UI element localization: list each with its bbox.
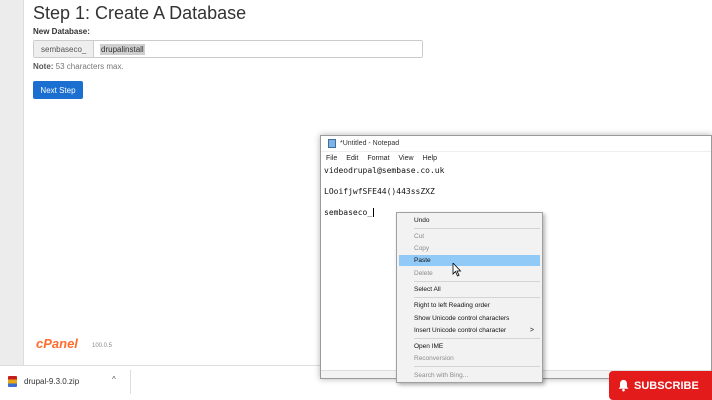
text-line: LOoifjwfSFE44()443ssZXZ — [324, 187, 435, 196]
database-prefix: sembaseco_ — [34, 41, 94, 57]
bell-icon — [618, 379, 629, 392]
new-database-label: New Database: — [33, 27, 90, 36]
menu-item-open-ime[interactable]: Open IME — [399, 341, 540, 352]
menu-help[interactable]: Help — [422, 155, 438, 162]
text-line — [324, 198, 444, 209]
menu-item-cut[interactable]: Cut — [399, 231, 540, 242]
cpanel-logo: cPanel — [36, 336, 78, 351]
text-line: videodrupal@sembase.co.uk — [324, 166, 445, 175]
menu-item-delete[interactable]: Delete — [399, 268, 540, 279]
menu-item-undo[interactable]: Undo — [399, 215, 540, 226]
menu-separator — [414, 228, 540, 229]
notepad-menu-bar: File Edit Format View Help — [321, 152, 711, 164]
menu-item-insert-unicode[interactable]: Insert Unicode control character > — [399, 325, 540, 336]
menu-file[interactable]: File — [325, 155, 338, 162]
database-name-input[interactable]: drupalinstall — [94, 41, 422, 57]
subscribe-label: SUBSCRIBE — [634, 379, 699, 392]
download-item[interactable]: drupal-9.3.0.zip — [8, 376, 79, 387]
download-file-name: drupal-9.3.0.zip — [24, 377, 80, 386]
next-step-button[interactable]: Next Step — [33, 81, 83, 99]
database-name-value: drupalinstall — [100, 43, 145, 55]
menu-format[interactable]: Format — [366, 155, 390, 162]
menu-separator — [414, 281, 540, 282]
text-caret — [373, 208, 375, 217]
left-gutter — [0, 0, 24, 372]
menu-item-rtl-reading-order[interactable]: Right to left Reading order — [399, 300, 540, 311]
notepad-title: *Untitled - Notepad — [340, 140, 400, 147]
menu-separator — [414, 297, 540, 298]
archive-icon — [8, 376, 17, 387]
notepad-text-area[interactable]: videodrupal@sembase.co.uk LOoifjwfSFE44(… — [324, 166, 444, 219]
subscribe-button[interactable]: SUBSCRIBE — [609, 371, 712, 400]
character-limit-note: Note: 53 characters max. — [33, 62, 124, 71]
menu-item-copy[interactable]: Copy — [399, 243, 540, 254]
page-title: Step 1: Create A Database — [33, 3, 247, 23]
menu-separator — [414, 366, 540, 367]
menu-separator — [414, 338, 540, 339]
notepad-title-bar[interactable]: *Untitled - Notepad — [321, 136, 711, 152]
menu-item-reconversion[interactable]: Reconversion — [399, 353, 540, 364]
menu-view[interactable]: View — [398, 155, 415, 162]
menu-item-paste[interactable]: Paste — [399, 255, 540, 266]
notepad-icon — [328, 139, 336, 148]
menu-item-search-bing[interactable]: Search with Bing... — [399, 370, 540, 381]
database-name-group: sembaseco_ drupalinstall — [33, 40, 423, 58]
menu-edit[interactable]: Edit — [345, 155, 359, 162]
menu-item-show-unicode[interactable]: Show Unicode control characters — [399, 313, 540, 324]
menu-item-select-all[interactable]: Select All — [399, 284, 540, 295]
menu-item-insert-unicode-label: Insert Unicode control character — [414, 327, 507, 334]
mouse-cursor-icon — [452, 263, 462, 277]
text-line — [324, 177, 444, 188]
text-line: sembaseco_ — [324, 208, 373, 217]
chevron-up-icon[interactable]: ^ — [112, 375, 116, 384]
chevron-right-icon: > — [529, 327, 534, 334]
note-text: 53 characters max. — [53, 62, 124, 71]
context-menu: Undo Cut Copy Paste Delete Select All Ri… — [396, 212, 543, 383]
cpanel-version: 100.0.5 — [92, 343, 113, 349]
note-label: Note: — [33, 62, 54, 71]
download-divider — [130, 370, 131, 394]
